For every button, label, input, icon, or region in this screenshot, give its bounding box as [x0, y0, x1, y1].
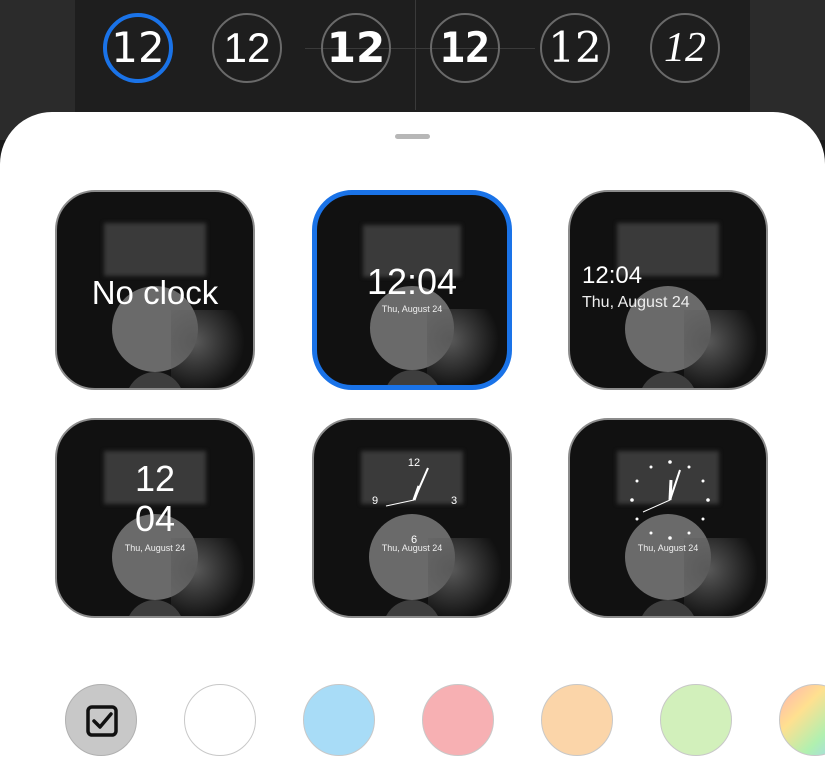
- clock-time: 12:04: [582, 262, 643, 289]
- color-swatch-peach[interactable]: [541, 684, 613, 756]
- clock-date: Thu, August 24: [582, 294, 690, 311]
- clock-hour: 12: [134, 458, 176, 499]
- no-clock-label: No clock: [91, 274, 219, 311]
- clock-date: Thu, August 24: [124, 543, 186, 553]
- dial-number-9: 9: [372, 495, 378, 507]
- clock-style-none[interactable]: No clock: [55, 190, 255, 390]
- clock-minute: 04: [134, 498, 176, 539]
- color-swatch-green[interactable]: [660, 684, 732, 756]
- clock-style-digital-left[interactable]: 12:04 Thu, August 24: [568, 190, 768, 390]
- clock-date: Thu, August 24: [381, 304, 443, 314]
- hour-hand: [412, 485, 421, 501]
- second-hand: [642, 499, 671, 513]
- font-option-6[interactable]: 12: [650, 13, 720, 83]
- font-option-1[interactable]: 12: [103, 13, 173, 83]
- clock-style-analog-dots[interactable]: Thu, August 24: [568, 418, 768, 618]
- drag-handle[interactable]: [395, 134, 430, 139]
- clock-time: 12:04: [366, 261, 458, 302]
- clock-date: Thu, August 24: [637, 543, 699, 553]
- hour-hand: [668, 479, 673, 501]
- clock-date: Thu, August 24: [381, 543, 443, 553]
- font-option-4[interactable]: 12: [430, 13, 500, 83]
- color-swatch-white[interactable]: [184, 684, 256, 756]
- font-option-3[interactable]: 12: [321, 13, 391, 83]
- analog-clock-face: [630, 460, 710, 540]
- wallpaper-thumbnail: [570, 192, 766, 388]
- analog-clock-face: 12 3 6 9: [372, 457, 457, 546]
- color-swatch-customize[interactable]: [65, 684, 137, 756]
- font-option-2[interactable]: 12: [212, 13, 282, 83]
- second-hand: [385, 499, 415, 507]
- clock-style-digital-stacked[interactable]: 12 04 Thu, August 24: [55, 418, 255, 618]
- dial-number-12: 12: [408, 457, 420, 469]
- clock-style-analog-numbers[interactable]: 12 3 6 9 Thu, August 24: [312, 418, 512, 618]
- color-swatch-blue[interactable]: [303, 684, 375, 756]
- color-swatch-pink[interactable]: [422, 684, 494, 756]
- font-option-5[interactable]: 12: [540, 13, 610, 83]
- dial-number-3: 3: [451, 495, 457, 507]
- checkbox-icon: [86, 705, 118, 737]
- clock-style-digital-centered[interactable]: 12:04 Thu, August 24: [312, 190, 512, 390]
